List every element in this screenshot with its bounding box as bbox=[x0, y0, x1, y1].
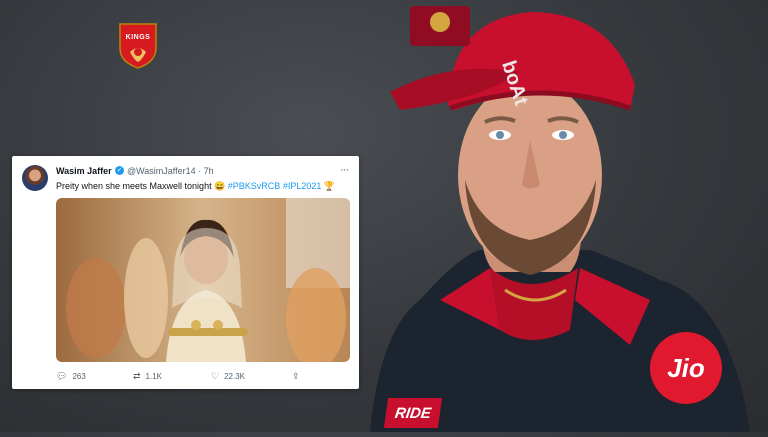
jersey-sponsor-badge: Jio bbox=[650, 332, 722, 404]
reply-count: 263 bbox=[72, 372, 86, 381]
retweet-count: 1.1K bbox=[145, 372, 163, 381]
avatar[interactable] bbox=[22, 165, 48, 191]
trophy-emoji: 🏆 bbox=[323, 181, 336, 191]
author-handle-time: @WasimJaffer14 · 7h bbox=[127, 166, 214, 176]
team-logo bbox=[118, 22, 158, 70]
share-icon: ⇪ bbox=[292, 371, 300, 381]
hashtag-pbksvrcb[interactable]: #PBKSvRCB bbox=[228, 181, 281, 191]
hashtag-ipl2021[interactable]: #IPL2021 bbox=[283, 181, 322, 191]
retweet-icon: ⇄ bbox=[133, 371, 141, 381]
like-button[interactable]: ♡ 22.3K bbox=[211, 371, 245, 382]
tweet-text-plain: Preity when she meets Maxwell tonight 😄 bbox=[56, 181, 228, 191]
team-logo-text: KINGS bbox=[125, 34, 151, 41]
jersey-side-sponsor: RIDE bbox=[383, 398, 443, 428]
tweet-card[interactable]: Wasim Jaffer ✓ @WasimJaffer14 · 7h ··· P… bbox=[12, 156, 359, 389]
tweet-media-image[interactable] bbox=[56, 198, 350, 362]
share-button[interactable]: ⇪ bbox=[292, 371, 300, 382]
retweet-button[interactable]: ⇄ 1.1K bbox=[133, 371, 162, 382]
heart-icon: ♡ bbox=[211, 371, 220, 381]
punjab-kings-lion-shield-icon bbox=[119, 23, 157, 69]
reply-icon: 💬︎ bbox=[56, 371, 68, 381]
author-name[interactable]: Wasim Jaffer bbox=[56, 166, 112, 176]
more-options-icon[interactable]: ··· bbox=[340, 164, 349, 176]
tweet-text: Preity when she meets Maxwell tonight 😄 … bbox=[56, 181, 335, 192]
tweet-actions: 💬︎ 263 ⇄ 1.1K ♡ 22.3K ⇪ bbox=[56, 371, 346, 383]
reply-button[interactable]: 💬︎ 263 bbox=[56, 371, 86, 382]
verified-badge-icon: ✓ bbox=[115, 166, 124, 175]
like-count: 22.3K bbox=[224, 372, 245, 381]
